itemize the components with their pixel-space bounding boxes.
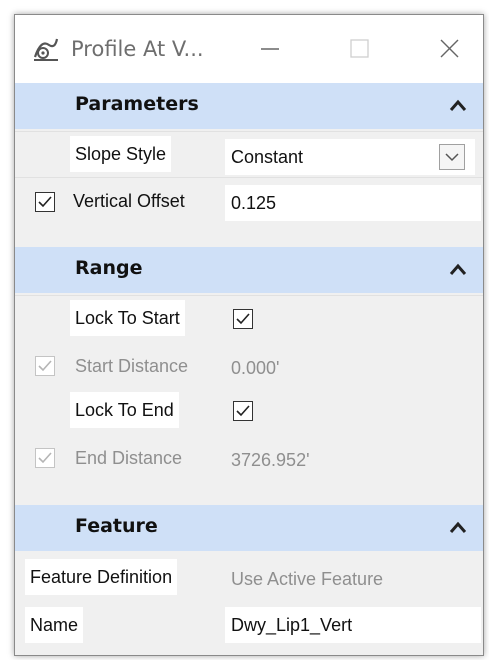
maximize-button[interactable] (329, 25, 389, 73)
slope-style-value: Constant (231, 147, 304, 167)
lock-to-end-checkbox[interactable] (233, 401, 253, 421)
collapse-parameters-button[interactable] (447, 96, 469, 116)
chevron-up-icon (449, 521, 467, 533)
parameters-section-header[interactable]: Parameters (15, 83, 483, 129)
start-distance-value: 0.000' (231, 358, 280, 378)
checkmark-icon (236, 313, 250, 325)
slope-style-label: Slope Style (70, 136, 172, 172)
lock-to-start-checkbox[interactable] (233, 309, 253, 329)
range-title: Range (75, 257, 143, 279)
vertical-offset-label: Vertical Offset (73, 191, 185, 211)
slope-style-row: Slope Style Constant (15, 131, 483, 177)
title-bar[interactable]: Profile At V... (15, 15, 483, 83)
profile-dialog: Profile At V... Parameters Slope Style C… (14, 14, 484, 656)
minimize-button[interactable] (239, 25, 299, 73)
chevron-up-icon (449, 263, 467, 275)
end-distance-row: End Distance 3726.952' (15, 433, 483, 479)
range-section-header[interactable]: Range (15, 247, 483, 293)
parameters-title: Parameters (75, 93, 199, 115)
name-input[interactable]: Dwy_Lip1_Vert (225, 607, 481, 643)
chevron-up-icon (449, 99, 467, 111)
chevron-down-icon (445, 153, 459, 162)
feature-definition-value[interactable]: Use Active Feature (231, 561, 383, 597)
collapse-feature-button[interactable] (447, 518, 469, 538)
end-distance-checkbox[interactable] (35, 448, 55, 468)
lock-to-end-row: Lock To End (15, 387, 483, 433)
feature-definition-label: Feature Definition (25, 559, 178, 595)
vertical-offset-checkbox[interactable] (35, 192, 55, 212)
end-distance-value: 3726.952' (231, 450, 310, 470)
checkmark-icon (38, 452, 52, 464)
checkmark-icon (38, 196, 52, 208)
close-icon (440, 39, 459, 58)
feature-definition-row: Feature Definition Use Active Feature (15, 553, 483, 601)
maximize-icon (350, 39, 369, 58)
feature-section-header[interactable]: Feature (15, 505, 483, 551)
vertical-offset-input[interactable]: 0.125 (225, 185, 481, 221)
end-distance-label: End Distance (75, 448, 183, 468)
name-value: Dwy_Lip1_Vert (231, 615, 353, 635)
slope-style-dropdown-button[interactable] (439, 144, 465, 170)
window-title: Profile At V... (71, 37, 204, 61)
profile-tool-icon (31, 33, 61, 63)
collapse-range-button[interactable] (447, 260, 469, 280)
checkmark-icon (236, 405, 250, 417)
lock-to-start-label: Lock To Start (70, 300, 185, 336)
lock-to-end-label: Lock To End (70, 392, 179, 428)
name-label: Name (25, 607, 84, 643)
checkmark-icon (38, 360, 52, 372)
feature-title: Feature (75, 515, 158, 537)
close-button[interactable] (419, 25, 479, 73)
start-distance-row: Start Distance 0.000' (15, 341, 483, 387)
name-row: Name Dwy_Lip1_Vert (15, 601, 483, 649)
slope-style-dropdown[interactable]: Constant (225, 139, 475, 175)
minimize-icon (261, 48, 279, 50)
vertical-offset-value: 0.125 (231, 193, 277, 213)
start-distance-label: Start Distance (75, 356, 189, 376)
start-distance-checkbox[interactable] (35, 356, 55, 376)
vertical-offset-row: Vertical Offset 0.125 (15, 177, 483, 225)
lock-to-start-row: Lock To Start (15, 295, 483, 341)
